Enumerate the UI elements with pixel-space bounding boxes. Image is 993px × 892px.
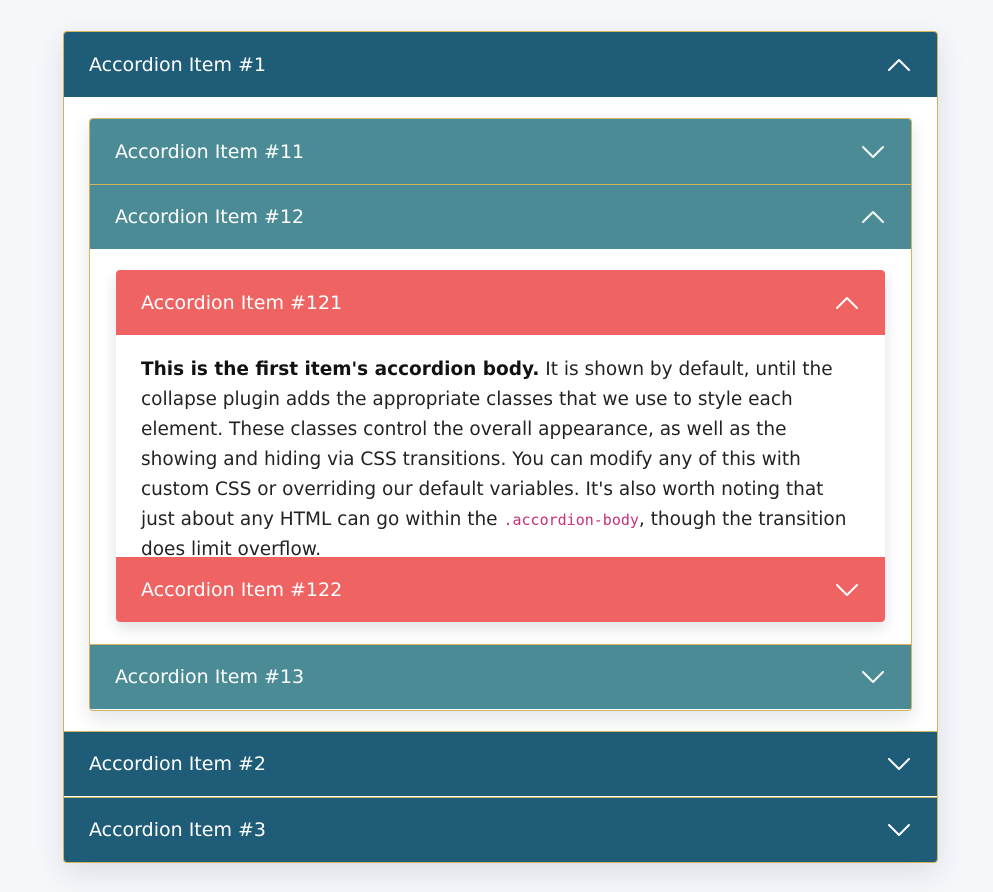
accordion-item-1-label: Accordion Item #1 xyxy=(89,53,267,76)
accordion-item-13-label: Accordion Item #13 xyxy=(115,666,305,688)
accordion-item-122-header[interactable]: Accordion Item #122 xyxy=(116,557,885,622)
chevron-down-icon xyxy=(862,671,884,683)
accordion-item-2-header[interactable]: Accordion Item #2 xyxy=(64,731,937,796)
accordion-item-13-header[interactable]: Accordion Item #13 xyxy=(90,644,911,709)
chevron-up-icon xyxy=(888,58,910,71)
accordion-item-12-header[interactable]: Accordion Item #12 xyxy=(90,184,911,249)
accordion-item-11-label: Accordion Item #11 xyxy=(115,140,305,163)
accordion-item-1-header[interactable]: Accordion Item #1 xyxy=(64,32,937,97)
accordion-item-12-body: Accordion Item #121 This is the first it… xyxy=(116,270,885,622)
accordion-item-121-body: This is the first item's accordion body.… xyxy=(141,355,861,565)
accordion-body-text-1: It is shown by default, until the collap… xyxy=(141,359,833,530)
chevron-down-icon xyxy=(888,758,910,770)
accordion-item-3-header[interactable]: Accordion Item #3 xyxy=(64,797,937,862)
chevron-down-icon xyxy=(862,145,884,158)
accordion-item-2-label: Accordion Item #2 xyxy=(89,753,267,775)
chevron-down-icon xyxy=(888,824,910,836)
accordion-item-12-label: Accordion Item #12 xyxy=(115,206,305,228)
accordion-item-122-label: Accordion Item #122 xyxy=(141,578,343,601)
chevron-up-icon xyxy=(836,296,858,309)
chevron-down-icon xyxy=(836,583,858,596)
accordion-item-121-label: Accordion Item #121 xyxy=(141,291,343,314)
accordion-outer: Accordion Item #1 Accordion Item #11 Acc… xyxy=(63,31,938,863)
accordion-item-1-body: Accordion Item #11 Accordion Item #12 Ac… xyxy=(89,118,912,711)
accordion-body-code: .accordion-body xyxy=(503,511,639,529)
accordion-body-strong: This is the first item's accordion body. xyxy=(141,359,540,380)
chevron-up-icon xyxy=(862,211,884,223)
accordion-item-11-header[interactable]: Accordion Item #11 xyxy=(90,119,911,184)
accordion-item-121-header[interactable]: Accordion Item #121 xyxy=(116,270,885,335)
accordion-item-3-label: Accordion Item #3 xyxy=(89,819,267,841)
